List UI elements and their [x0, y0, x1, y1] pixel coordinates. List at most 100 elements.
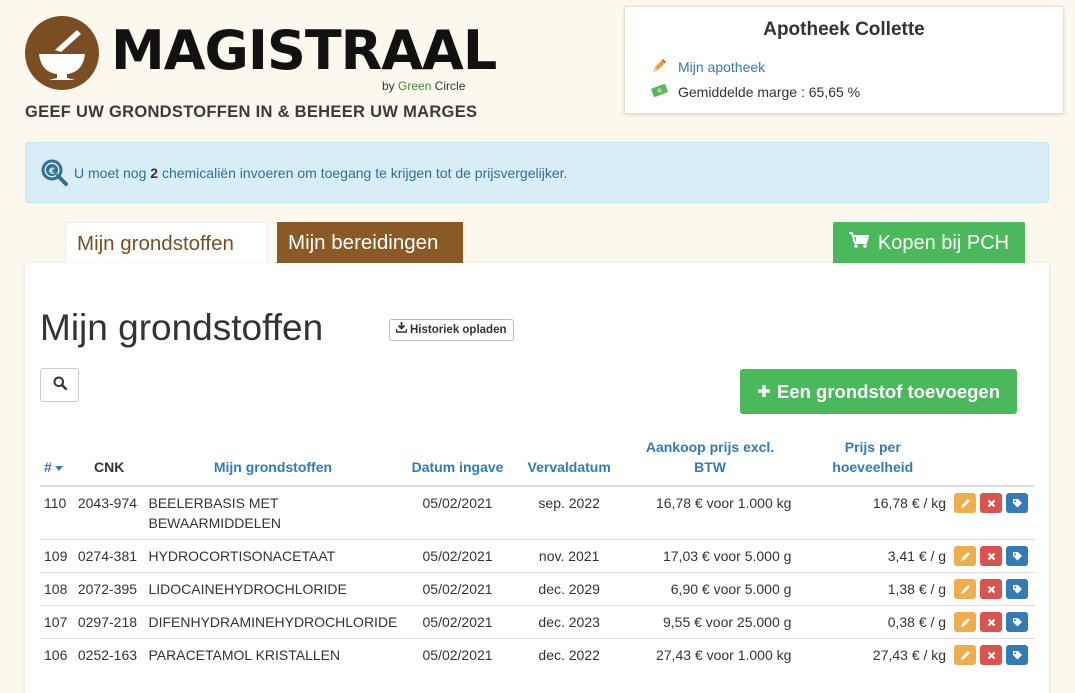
add-raw-material-label: Een grondstof toevoegen	[776, 380, 1001, 402]
delete-icon[interactable]	[980, 546, 1003, 566]
brand-by: by Green Circle	[382, 79, 466, 93]
my-pharmacy-link[interactable]: Mijn apotheek	[678, 59, 765, 75]
row-expiry: sep. 2022	[513, 485, 625, 540]
row-actions	[950, 605, 1035, 639]
table-row: 106 0252-163 PARACETAMOL KRISTALLEN 05/02/2…	[40, 638, 1035, 671]
edit-icon[interactable]	[954, 493, 977, 513]
row-actions	[950, 572, 1035, 606]
row-unit-price: 27,43 € / kg	[795, 638, 951, 671]
upload-history-button[interactable]: Historiek opladen	[389, 319, 514, 341]
brand-name: MAGISTRAAL	[111, 19, 497, 82]
edit-icon[interactable]	[954, 645, 977, 665]
row-price: 6,90 € voor 5.000 g	[624, 572, 796, 606]
row-unit-price: 3,41 € / g	[795, 539, 951, 573]
tag-icon[interactable]	[1006, 493, 1029, 513]
row-price: 27,43 € voor 1.000 kg	[624, 638, 796, 671]
edit-icon[interactable]	[954, 546, 977, 566]
row-cnk: 0297-218	[73, 605, 145, 639]
col-number[interactable]: #	[40, 437, 74, 487]
row-cnk: 2043-974	[73, 485, 145, 540]
raw-materials-panel: Mijn grondstoffen Historiek opladen Een …	[25, 263, 1049, 693]
row-name: DIFENHYDRAMINEHYDROCHLORIDE	[144, 605, 402, 639]
row-actions	[950, 539, 1035, 573]
plus-icon	[757, 381, 771, 403]
row-unit-price: 1,38 € / g	[795, 572, 951, 606]
row-number: 107	[40, 605, 74, 639]
search-euro-icon: €	[41, 159, 69, 190]
table-header-row: # CNK Mijn grondstoffen Datum ingave Ver…	[40, 437, 1035, 487]
row-unit-price: 16,78 € / kg	[795, 485, 951, 540]
row-name: LIDOCAINEHYDROCHLORIDE	[144, 572, 402, 606]
brand-logo[interactable]: MAGISTRAAL by Green Circle	[25, 16, 497, 94]
row-actions	[950, 638, 1035, 671]
delete-icon[interactable]	[980, 645, 1003, 665]
col-unit-price[interactable]: Prijs per hoeveelheid	[795, 437, 951, 487]
pharmacy-card: Apotheek Collette Mijn apotheek Gemiddel…	[624, 6, 1064, 114]
mortar-pestle-icon	[25, 16, 99, 90]
info-alert: € U moet nog 2 chemicaliën invoeren om t…	[25, 142, 1049, 203]
svg-text:€: €	[48, 167, 55, 177]
row-number: 108	[40, 572, 74, 606]
upload-history-label: Historiek opladen	[410, 324, 507, 336]
money-icon	[651, 82, 668, 102]
row-expiry: dec. 2022	[513, 638, 625, 671]
add-raw-material-button[interactable]: Een grondstof toevoegen	[740, 369, 1017, 414]
row-expiry: nov. 2021	[513, 539, 625, 573]
row-price: 17,03 € voor 5.000 g	[624, 539, 796, 573]
row-date: 05/02/2021	[401, 638, 514, 671]
row-date: 05/02/2021	[401, 539, 514, 573]
table-row: 108 2072-395 LIDOCAINEHYDROCHLORIDE 05/02/2…	[40, 572, 1035, 606]
row-name: PARACETAMOL KRISTALLEN	[144, 638, 402, 671]
row-actions	[950, 485, 1035, 540]
edit-icon[interactable]	[954, 579, 977, 599]
col-name[interactable]: Mijn grondstoffen	[144, 437, 402, 487]
average-margin: Gemiddelde marge : 65,65 %	[678, 84, 861, 100]
row-name: HYDROCORTISONACETAAT	[144, 539, 402, 573]
tag-icon[interactable]	[1006, 546, 1029, 566]
table-row: 109 0274-381 HYDROCORTISONACETAAT 05/02/202…	[40, 539, 1035, 573]
cart-icon	[848, 222, 870, 264]
pencil-icon	[651, 57, 668, 77]
table-row: 110 2043-974 BEELERBASIS MET BEWAARMIDDELE…	[40, 485, 1035, 540]
row-price: 16,78 € voor 1.000 kg	[624, 485, 796, 540]
tab-my-raw-materials[interactable]: Mijn grondstoffen	[65, 222, 268, 264]
buy-at-pch-label: Kopen bij PCH	[877, 232, 1010, 254]
raw-materials-table: # CNK Mijn grondstoffen Datum ingave Ver…	[40, 437, 1035, 671]
col-actions	[950, 437, 1035, 487]
alert-message: U moet nog 2 chemicaliën invoeren om toe…	[74, 165, 568, 181]
col-date[interactable]: Datum ingave	[401, 437, 514, 487]
tag-icon[interactable]	[1006, 645, 1029, 665]
delete-icon[interactable]	[980, 493, 1003, 513]
row-cnk: 2072-395	[73, 572, 145, 606]
table-row: 107 0297-218 DIFENHYDRAMINEHYDROCHLORIDE 05…	[40, 605, 1035, 639]
pharmacy-name: Apotheek Collette	[763, 19, 925, 40]
tag-icon[interactable]	[1006, 612, 1029, 632]
col-price[interactable]: Aankoop prijs excl. BTW	[624, 437, 796, 487]
delete-icon[interactable]	[980, 579, 1003, 599]
row-expiry: dec. 2023	[513, 605, 625, 639]
col-cnk: CNK	[73, 437, 145, 487]
search-button[interactable]	[40, 368, 79, 402]
col-expiry[interactable]: Vervaldatum	[513, 437, 625, 487]
row-expiry: dec. 2029	[513, 572, 625, 606]
row-name: BEELERBASIS MET BEWAARMIDDELEN	[144, 485, 402, 540]
buy-at-pch-button[interactable]: Kopen bij PCH	[833, 222, 1025, 264]
row-number: 110	[40, 485, 74, 540]
edit-icon[interactable]	[954, 612, 977, 632]
row-cnk: 0274-381	[73, 539, 145, 573]
tagline: GEEF UW GRONDSTOFFEN IN & BEHEER UW MARG…	[25, 103, 478, 121]
sort-caret-icon	[54, 465, 63, 471]
tab-my-preparations[interactable]: Mijn bereidingen	[277, 222, 463, 264]
row-date: 05/02/2021	[401, 485, 514, 540]
download-icon	[395, 320, 408, 340]
tag-icon[interactable]	[1006, 579, 1029, 599]
row-unit-price: 0,38 € / g	[795, 605, 951, 639]
row-number: 106	[40, 638, 74, 671]
page-title: Mijn grondstoffen	[40, 307, 324, 348]
row-price: 9,55 € voor 25.000 g	[624, 605, 796, 639]
row-date: 05/02/2021	[401, 572, 514, 606]
row-date: 05/02/2021	[401, 605, 514, 639]
search-icon	[53, 376, 67, 395]
row-number: 109	[40, 539, 74, 573]
delete-icon[interactable]	[980, 612, 1003, 632]
